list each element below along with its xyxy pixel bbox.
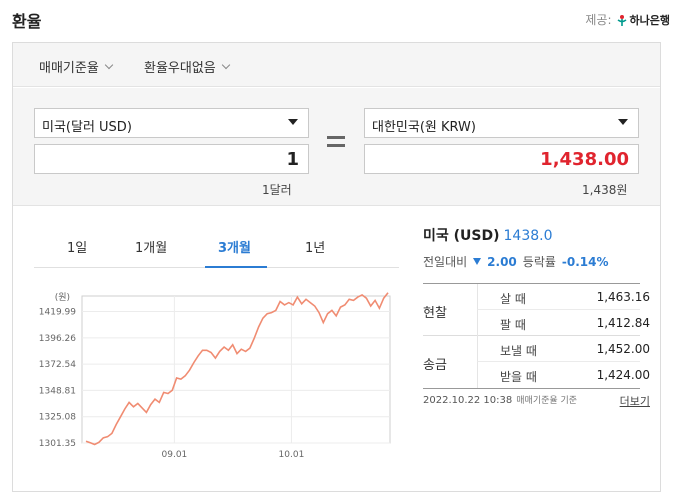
tab-1-day[interactable]: 1일 <box>67 237 87 256</box>
current-rate: 1438.0 <box>503 228 553 244</box>
hana-logo-icon <box>617 14 626 26</box>
more-link[interactable]: 더보기 <box>620 393 650 409</box>
hana-bank-logo: 하나은행 <box>616 12 670 28</box>
caret-down-icon <box>288 119 298 125</box>
pct-label: 등락률 <box>522 255 556 269</box>
y-tick-label: 1348.81 <box>39 386 76 396</box>
wire-label: 송금 <box>423 358 447 373</box>
to-currency-value: 대한민국(원 KRW) <box>372 120 476 135</box>
exchange-panel: 매매기준율 환율우대없음 미국(달러 USD) 대한민국(원 KRW) 1 1,… <box>12 42 661 492</box>
rate-basis-label: 매매기준율 <box>39 61 99 76</box>
chevron-down-icon <box>104 60 114 69</box>
currency-converter: 미국(달러 USD) 대한민국(원 KRW) 1 1,438.00 1달러 1,… <box>13 88 660 206</box>
to-currency-select[interactable]: 대한민국(원 KRW) <box>364 108 639 138</box>
page-title: 환율 <box>12 12 42 31</box>
wire-send-value: 1,452.00 <box>596 342 650 356</box>
country-label: 미국 (USD) <box>423 228 500 244</box>
cash-sell-value: 1,412.84 <box>596 316 650 330</box>
provider-name: 하나은행 <box>629 13 670 27</box>
exchange-rate-chart: 1419.99 1396.26 1372.54 1348.81 1325.08 1301.… <box>39 292 391 460</box>
wire-rates: 송금 보낼 때 1,452.00 받을 때 1,424.00 <box>423 336 650 388</box>
cash-buy-label: 살 때 <box>500 292 526 306</box>
provider-label: 제공: <box>585 13 612 27</box>
table-row: 받을 때 1,424.00 <box>477 362 650 388</box>
change-value: 2.00 <box>487 254 517 269</box>
y-tick-label: 1372.54 <box>39 360 76 370</box>
header: 환율 제공: 하나은행 <box>0 0 684 40</box>
period-tabs: 1일 1개월 3개월 1년 <box>34 233 399 268</box>
cash-buy-value: 1,463.16 <box>596 290 650 304</box>
rate-headline: 미국 (USD) 1438.0 <box>423 225 660 245</box>
wire-receive-value: 1,424.00 <box>596 368 650 382</box>
provider-info: 제공: 하나은행 <box>585 11 670 28</box>
cash-label: 현찰 <box>423 306 447 321</box>
preference-dropdown[interactable]: 환율우대없음 <box>144 57 231 76</box>
cash-sell-label: 팔 때 <box>500 318 526 332</box>
equals-icon <box>327 136 345 152</box>
caret-down-icon <box>618 119 628 125</box>
x-tick-label: 10.01 <box>279 450 305 460</box>
change-label: 전일대비 <box>423 255 468 269</box>
y-tick-label: 1419.99 <box>39 308 76 318</box>
y-tick-label: 1325.08 <box>39 413 76 423</box>
y-tick-label: 1301.35 <box>39 439 76 449</box>
rate-timestamp: 2022.10.22 10:38 <box>423 395 513 406</box>
y-tick-label: 1396.26 <box>39 334 76 344</box>
rate-summary: 미국 (USD) 1438.0 전일대비 2.00 등락률 -0.14% <box>423 225 660 270</box>
preference-label: 환율우대없음 <box>144 61 216 76</box>
pct-value: -0.14% <box>561 254 609 269</box>
rates-table: 현찰 살 때 1,463.16 팔 때 1,412.84 송금 보낼 때 1,4… <box>423 283 650 389</box>
rate-basis-dropdown[interactable]: 매매기준율 <box>39 57 114 76</box>
x-tick-label: 09.01 <box>162 450 188 460</box>
from-unit-label: 1달러 <box>262 183 292 197</box>
rate-basis-note: 매매기준율 기준 <box>516 396 578 406</box>
wire-send-label: 보낼 때 <box>500 344 537 358</box>
to-unit-label: 1,438원 <box>582 183 628 197</box>
table-row: 살 때 1,463.16 <box>477 284 650 310</box>
tab-1-year[interactable]: 1년 <box>305 237 325 256</box>
down-triangle-icon <box>473 258 482 265</box>
table-row: 보낼 때 1,452.00 <box>477 336 650 362</box>
tab-1-month[interactable]: 1개월 <box>135 237 167 256</box>
from-amount-input[interactable]: 1 <box>34 144 309 174</box>
to-amount-input[interactable]: 1,438.00 <box>364 144 639 174</box>
chart-plot-area <box>81 295 391 444</box>
tab-3-months[interactable]: 3개월 <box>218 237 251 256</box>
cash-rates: 현찰 살 때 1,463.16 팔 때 1,412.84 <box>423 284 650 336</box>
chevron-down-icon <box>221 60 231 69</box>
rate-change: 전일대비 2.00 등락률 -0.14% <box>423 253 660 270</box>
table-row: 팔 때 1,412.84 <box>477 310 650 336</box>
filter-bar: 매매기준율 환율우대없음 <box>13 43 660 87</box>
from-currency-select[interactable]: 미국(달러 USD) <box>34 108 309 138</box>
from-currency-value: 미국(달러 USD) <box>42 120 132 135</box>
y-axis-label: (원) <box>55 292 70 303</box>
active-tab-indicator <box>205 266 267 268</box>
wire-receive-label: 받을 때 <box>500 370 537 384</box>
rate-footer: 2022.10.22 10:38 매매기준율 기준 더보기 <box>423 393 653 409</box>
